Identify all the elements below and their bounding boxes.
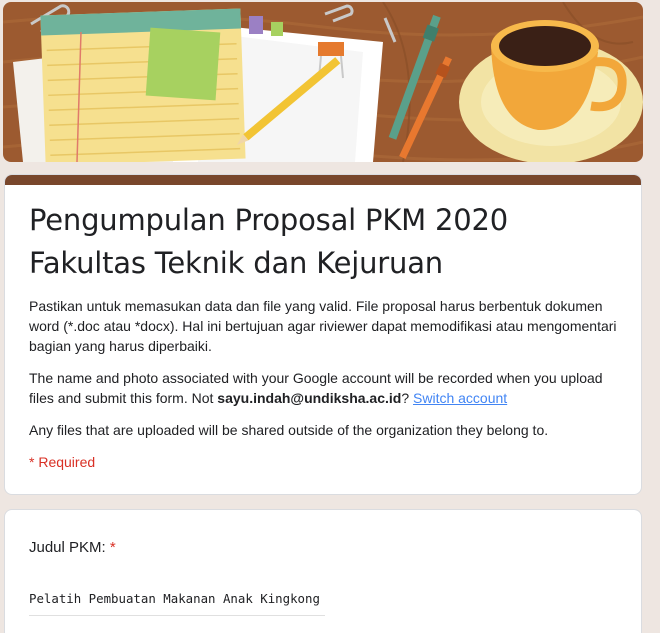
form-title-line-2: Fakultas Teknik dan Kejuruan	[29, 246, 443, 280]
theme-accent-bar	[5, 175, 641, 185]
switch-account-link[interactable]: Switch account	[413, 390, 507, 406]
header-banner-image	[3, 2, 643, 162]
files-sharing-notice: Any files that are uploaded will be shar…	[29, 422, 549, 438]
judul-pkm-input[interactable]: Pelatih Pembuatan Makanan Anak Kingkong …	[29, 589, 325, 616]
form-header-card: Pengumpulan Proposal PKM 2020 Fakultas T…	[4, 174, 642, 495]
form-title: Pengumpulan Proposal PKM 2020 Fakultas T…	[29, 199, 589, 285]
required-indicator: * Required	[29, 454, 96, 470]
account-email: sayu.indah@undiksha.ac.id	[217, 390, 402, 406]
form-title-line-1: Pengumpulan Proposal PKM 2020	[29, 203, 508, 237]
form-description: Pastikan untuk memasukan data dan file y…	[29, 298, 617, 354]
question-card-judul-pkm: Judul PKM: * Pelatih Pembuatan Makanan A…	[4, 509, 642, 633]
question-label: Judul PKM: *	[29, 537, 116, 559]
question-title: Judul PKM:	[29, 539, 106, 556]
account-notice-separator: ?	[401, 390, 414, 406]
account-notice: The name and photo associated with your …	[29, 368, 625, 408]
required-asterisk: *	[109, 539, 116, 556]
